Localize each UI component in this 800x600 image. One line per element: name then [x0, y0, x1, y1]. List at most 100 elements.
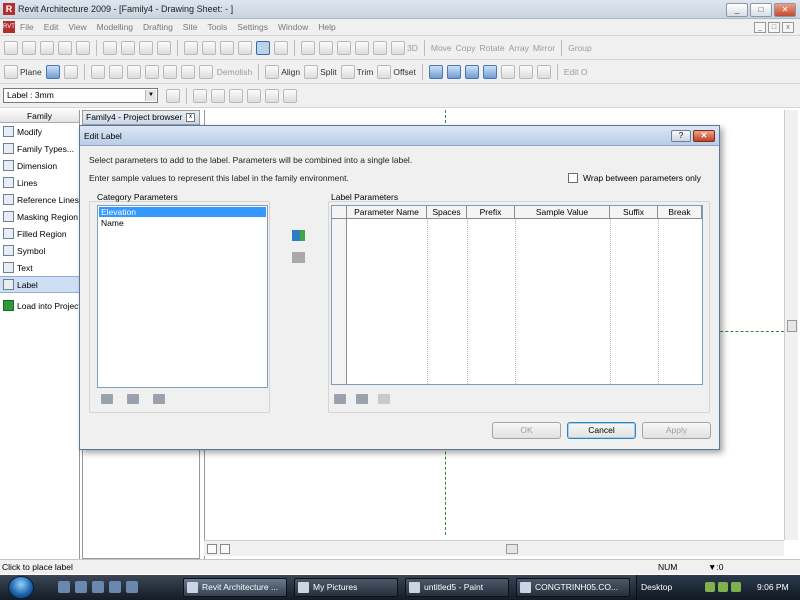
- minimize-button[interactable]: _: [726, 3, 748, 17]
- save-icon[interactable]: [40, 41, 54, 55]
- zoom-dropdown-icon[interactable]: [337, 41, 351, 55]
- list-item[interactable]: Elevation: [99, 207, 266, 217]
- remove-parameter-icon[interactable]: [292, 252, 305, 263]
- offset-button[interactable]: Offset: [377, 65, 416, 79]
- undo-icon[interactable]: [184, 41, 198, 55]
- menu-tools[interactable]: Tools: [207, 22, 227, 32]
- security-icon[interactable]: [731, 582, 741, 592]
- doc-close-button[interactable]: x: [782, 22, 794, 33]
- delete-icon[interactable]: [157, 41, 171, 55]
- design-bar-tab[interactable]: Family: [0, 110, 79, 123]
- design-item-dimension[interactable]: Dimension: [0, 157, 79, 174]
- sun-icon[interactable]: [220, 544, 230, 554]
- thin-lines-icon[interactable]: [256, 41, 270, 55]
- browser-icon[interactable]: [75, 581, 87, 593]
- vertical-scrollbar[interactable]: [784, 110, 798, 540]
- type-selector[interactable]: Label : 3mm ▼: [3, 88, 158, 103]
- design-item-text[interactable]: Text: [0, 259, 79, 276]
- label-parameters-table[interactable]: Parameter Name Spaces Prefix Sample Valu…: [331, 205, 703, 385]
- trim-button[interactable]: Trim: [340, 65, 373, 79]
- pin-icon[interactable]: [500, 65, 515, 79]
- design-item-masking-region[interactable]: Masking Region: [0, 208, 79, 225]
- match-icon[interactable]: [126, 65, 141, 79]
- menu-file[interactable]: File: [20, 22, 34, 32]
- align-bottom-icon[interactable]: [283, 89, 297, 103]
- select-icon[interactable]: [90, 65, 105, 79]
- group-b-icon[interactable]: [446, 65, 461, 79]
- move-button[interactable]: Move: [431, 43, 452, 53]
- print-icon[interactable]: [76, 41, 90, 55]
- copy-button[interactable]: Copy: [456, 43, 476, 53]
- type-properties-icon[interactable]: [166, 89, 180, 103]
- edit-parameter-icon[interactable]: [127, 394, 139, 404]
- move-down-icon[interactable]: [356, 394, 368, 404]
- wrap-option[interactable]: Wrap between parameters only: [568, 173, 701, 183]
- ok-button[interactable]: OK: [492, 422, 561, 439]
- show-desktop-icon[interactable]: [58, 581, 70, 593]
- save-all-icon[interactable]: [58, 41, 72, 55]
- design-item-label[interactable]: Label: [0, 276, 79, 293]
- open-icon[interactable]: [22, 41, 36, 55]
- close-button[interactable]: ✕: [774, 3, 796, 17]
- dynamic-view-icon[interactable]: [301, 41, 315, 55]
- cut-icon[interactable]: [103, 41, 117, 55]
- doc-restore-button[interactable]: □: [768, 22, 780, 33]
- copy-icon[interactable]: [121, 41, 135, 55]
- explorer-icon[interactable]: [126, 581, 138, 593]
- whats-this-icon[interactable]: [274, 41, 288, 55]
- list-item[interactable]: Name: [99, 218, 266, 228]
- redo-dropdown-icon[interactable]: [238, 41, 252, 55]
- shading-icon[interactable]: [373, 41, 387, 55]
- paste-icon[interactable]: [139, 41, 153, 55]
- array-button[interactable]: Array: [509, 43, 529, 53]
- group-a-icon[interactable]: [428, 65, 443, 79]
- document-icon[interactable]: RVT: [3, 21, 15, 33]
- align-center-icon[interactable]: [211, 89, 225, 103]
- design-item-filled-region[interactable]: Filled Region: [0, 225, 79, 242]
- close-icon[interactable]: x: [186, 113, 195, 122]
- view-3d-button[interactable]: 3D: [391, 41, 418, 55]
- vertical-scroll-thumb[interactable]: [787, 320, 797, 332]
- menu-site[interactable]: Site: [183, 22, 198, 32]
- align-middle-icon[interactable]: [265, 89, 279, 103]
- taskbar-item-my-pictures[interactable]: My Pictures: [294, 578, 398, 597]
- menu-edit[interactable]: Edit: [44, 22, 59, 32]
- scale-icon[interactable]: [207, 544, 217, 554]
- dialog-close-button[interactable]: ✕: [693, 130, 715, 142]
- design-item-reference-lines[interactable]: Reference Lines: [0, 191, 79, 208]
- volume-icon[interactable]: [718, 582, 728, 592]
- menu-help[interactable]: Help: [318, 22, 335, 32]
- edit-parameter-label-icon[interactable]: [378, 394, 390, 404]
- align-right-icon[interactable]: [229, 89, 243, 103]
- align-button[interactable]: Align: [265, 65, 300, 79]
- ref-plane-button[interactable]: Plane: [4, 65, 42, 79]
- demolish-button[interactable]: Demolish: [217, 67, 252, 77]
- revit-app-icon[interactable]: R: [3, 3, 15, 15]
- taskbar-item-paint[interactable]: untitled5 - Paint: [405, 578, 509, 597]
- copy-clip-icon[interactable]: [144, 65, 159, 79]
- menu-window[interactable]: Window: [278, 22, 308, 32]
- menu-settings[interactable]: Settings: [237, 22, 268, 32]
- menu-drafting[interactable]: Drafting: [143, 22, 173, 32]
- split-button[interactable]: Split: [304, 65, 337, 79]
- messenger-icon[interactable]: [109, 581, 121, 593]
- delete-parameter-icon[interactable]: [153, 394, 165, 404]
- split-face-icon[interactable]: [198, 65, 213, 79]
- wrap-checkbox[interactable]: [568, 173, 578, 183]
- start-button[interactable]: [8, 576, 34, 599]
- design-item-load-into-project[interactable]: Load into Project: [0, 297, 79, 314]
- doc-minimize-button[interactable]: _: [754, 22, 766, 33]
- redo-icon[interactable]: [220, 41, 234, 55]
- group-d-icon[interactable]: [482, 65, 497, 79]
- group-button[interactable]: Group: [568, 43, 592, 53]
- design-item-lines[interactable]: Lines: [0, 174, 79, 191]
- horizontal-scroll-thumb[interactable]: [506, 544, 518, 554]
- lock-icon[interactable]: [536, 65, 551, 79]
- align-left-icon[interactable]: [193, 89, 207, 103]
- menu-view[interactable]: View: [68, 22, 86, 32]
- apply-button[interactable]: Apply: [642, 422, 711, 439]
- filter-count[interactable]: ▼:0: [708, 562, 724, 572]
- move-up-icon[interactable]: [334, 394, 346, 404]
- new-parameter-icon[interactable]: [101, 394, 113, 404]
- new-icon[interactable]: [4, 41, 18, 55]
